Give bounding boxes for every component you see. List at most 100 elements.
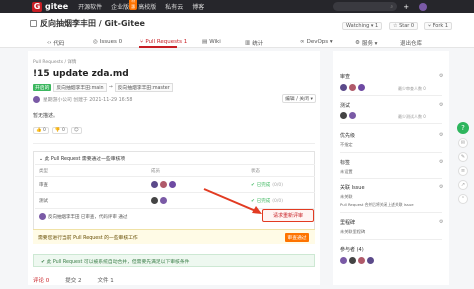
source-branch[interactable]: 反向抽烟李丰田:main <box>53 83 107 92</box>
avatar[interactable] <box>33 96 40 103</box>
logo-text[interactable]: gitee <box>45 2 68 11</box>
labels-value: 未设置 <box>340 169 353 174</box>
nav-education[interactable]: 高校版 <box>138 2 156 11</box>
pr-bottom-tabs: 评论 0 提交 2 文件 1 <box>33 276 114 284</box>
repo-header: 反向抽烟李丰田 / Git-Gitee Watching ▾ 1 ☆ Star … <box>0 13 474 37</box>
tab-code[interactable]: ‹› 代码 <box>47 39 64 47</box>
emoji-button[interactable]: ☺ <box>70 127 82 134</box>
participants-label: 参与者 (4) <box>340 247 364 253</box>
top-navbar: G gitee 开源软件 企业版 特惠 高校版 私有云 博客 ⌕ + <box>0 0 474 13</box>
annotation-arrow-icon <box>203 188 262 214</box>
merge-status-text: ✔ 此 Pull Request 可以被系统自动合并，但需要先满足以下审核条件 <box>41 260 190 265</box>
tab-exit-repo[interactable]: 退出仓库 <box>400 39 422 47</box>
reviewers-label: 审查 <box>340 74 351 80</box>
tab-stats[interactable]: ▥ 统计 <box>245 39 263 47</box>
status-badge: 开启的 <box>33 84 52 91</box>
nav-enterprise[interactable]: 企业版 特惠 <box>111 0 138 11</box>
service-icon: ⚙ <box>355 40 360 46</box>
thumbs-up-button[interactable]: 👍 0 <box>33 127 49 134</box>
row-type-review: 审查 <box>39 183 48 188</box>
gear-icon[interactable]: ⚙ <box>439 102 443 108</box>
avatar[interactable] <box>151 181 158 188</box>
tab-services[interactable]: ⚙ 服务 ▾ <box>355 39 377 47</box>
review-warning-bar: 需要您进行当前 Pull Request 的一些审核工作 审查通过 <box>33 229 315 244</box>
chat-icon[interactable]: ✉ <box>458 138 468 148</box>
tab-issues[interactable]: ◎ Issues 0 <box>93 39 122 45</box>
divider <box>35 192 315 193</box>
watch-button[interactable]: Watching ▾ 1 <box>342 22 383 30</box>
divider <box>340 95 442 96</box>
avatar[interactable] <box>160 197 167 204</box>
list-icon[interactable]: ≡ <box>458 166 468 176</box>
thumbs-down-button[interactable]: 👎 0 <box>51 127 68 134</box>
tab-wiki[interactable]: ▤ Wiki <box>202 39 221 45</box>
avatar[interactable] <box>358 84 365 91</box>
star-button[interactable]: ☆ Star 0 <box>389 22 419 30</box>
pr-description: 暂无描述。 <box>33 113 59 119</box>
reviewer-avatars <box>151 181 176 188</box>
nav-opensource[interactable]: 开源软件 <box>78 2 102 11</box>
pr-sidebar: 审查 ⚙ 最少审查人数 0 测试 ⚙ 最少测试人数 0 优先级 ⚙ 不指定 标签… <box>333 51 449 285</box>
wiki-icon: ▤ <box>202 39 208 45</box>
priority-value: 不指定 <box>340 142 353 147</box>
gitee-logo-icon[interactable]: G <box>32 1 42 12</box>
milestone-label: 里程碑 <box>340 220 356 226</box>
avatar[interactable] <box>340 257 347 264</box>
reviewers-min: 最少审查人数 0 <box>398 86 426 91</box>
gear-icon[interactable]: ⚙ <box>439 159 443 165</box>
tab-commits[interactable]: 提交 2 <box>65 276 81 284</box>
avatar[interactable] <box>151 197 158 204</box>
avatar[interactable] <box>367 257 374 264</box>
priority-label: 优先级 <box>340 133 356 139</box>
issues-label: 关联 Issue <box>340 185 365 191</box>
tab-devops[interactable]: ∞ DevOps ▾ <box>300 39 333 45</box>
tab-pull-requests[interactable]: ⑂ Pull Requests 1 <box>140 39 187 45</box>
target-branch[interactable]: 反向抽烟李丰田:master <box>114 83 173 92</box>
nav-blog[interactable]: 博客 <box>192 2 204 11</box>
code-icon: ‹› <box>47 40 52 46</box>
gear-icon[interactable]: ⚙ <box>439 132 443 138</box>
search-input[interactable]: ⌕ <box>333 2 398 11</box>
avatar[interactable] <box>349 112 356 119</box>
help-icon[interactable]: ? <box>457 122 469 134</box>
avatar[interactable] <box>358 257 365 264</box>
pr-main-panel: Pull Requests / 详情 !15 update zda.md 开启的… <box>28 51 320 285</box>
breadcrumb[interactable]: Pull Requests / 详情 <box>33 59 76 65</box>
gear-icon[interactable]: ⚙ <box>439 184 443 190</box>
approval-line: 反向抽烟李丰田 已审查，代码评审 通过 <box>39 213 127 220</box>
page-title: !15 update zda.md <box>33 69 129 79</box>
edit-close-dropdown[interactable]: 编辑 / 关闭 ▾ <box>282 94 316 103</box>
avatar[interactable] <box>160 181 167 188</box>
avatar[interactable] <box>340 112 347 119</box>
column-members: 成员 <box>151 169 160 174</box>
user-avatar[interactable] <box>419 2 428 11</box>
author-meta: 星期游小公司 创建于 2021-11-29 16:58 <box>33 96 132 103</box>
repo-title[interactable]: 反向抽烟李丰田 / Git-Gitee <box>30 18 145 29</box>
create-plus-icon[interactable]: + <box>403 3 409 11</box>
issues-value: 未关联 <box>340 194 353 199</box>
tab-files[interactable]: 文件 1 <box>98 276 114 284</box>
gear-icon[interactable]: ⚙ <box>439 219 443 225</box>
review-header[interactable]: ⌄ 此 Pull Request 需要通过一些审核项 <box>39 155 125 162</box>
share-icon[interactable]: ↗ <box>458 180 468 190</box>
participants-avatars <box>340 257 374 264</box>
nav-private-cloud[interactable]: 私有云 <box>165 2 183 11</box>
avatar[interactable] <box>349 84 356 91</box>
avatar[interactable] <box>340 84 347 91</box>
edit-icon[interactable]: ✎ <box>458 152 468 162</box>
divider <box>340 239 442 240</box>
repo-icon <box>30 20 37 27</box>
testers-min: 最少测试人数 0 <box>398 114 426 119</box>
fork-button[interactable]: ⑂ Fork 1 <box>424 22 453 30</box>
back-to-top-icon[interactable]: ⌃ <box>458 194 468 204</box>
milestone-value: 未关联里程碑 <box>340 229 366 234</box>
tab-comments[interactable]: 评论 0 <box>33 276 49 284</box>
merge-arrow-icon: → <box>108 85 113 90</box>
approve-review-button[interactable]: 审查通过 <box>285 233 309 242</box>
avatar[interactable] <box>349 257 356 264</box>
avatar[interactable] <box>39 213 46 220</box>
warning-text: 需要您进行当前 Pull Request 的一些审核工作 <box>38 236 138 241</box>
divider <box>35 176 315 177</box>
gear-icon[interactable]: ⚙ <box>439 73 443 79</box>
avatar[interactable] <box>169 181 176 188</box>
